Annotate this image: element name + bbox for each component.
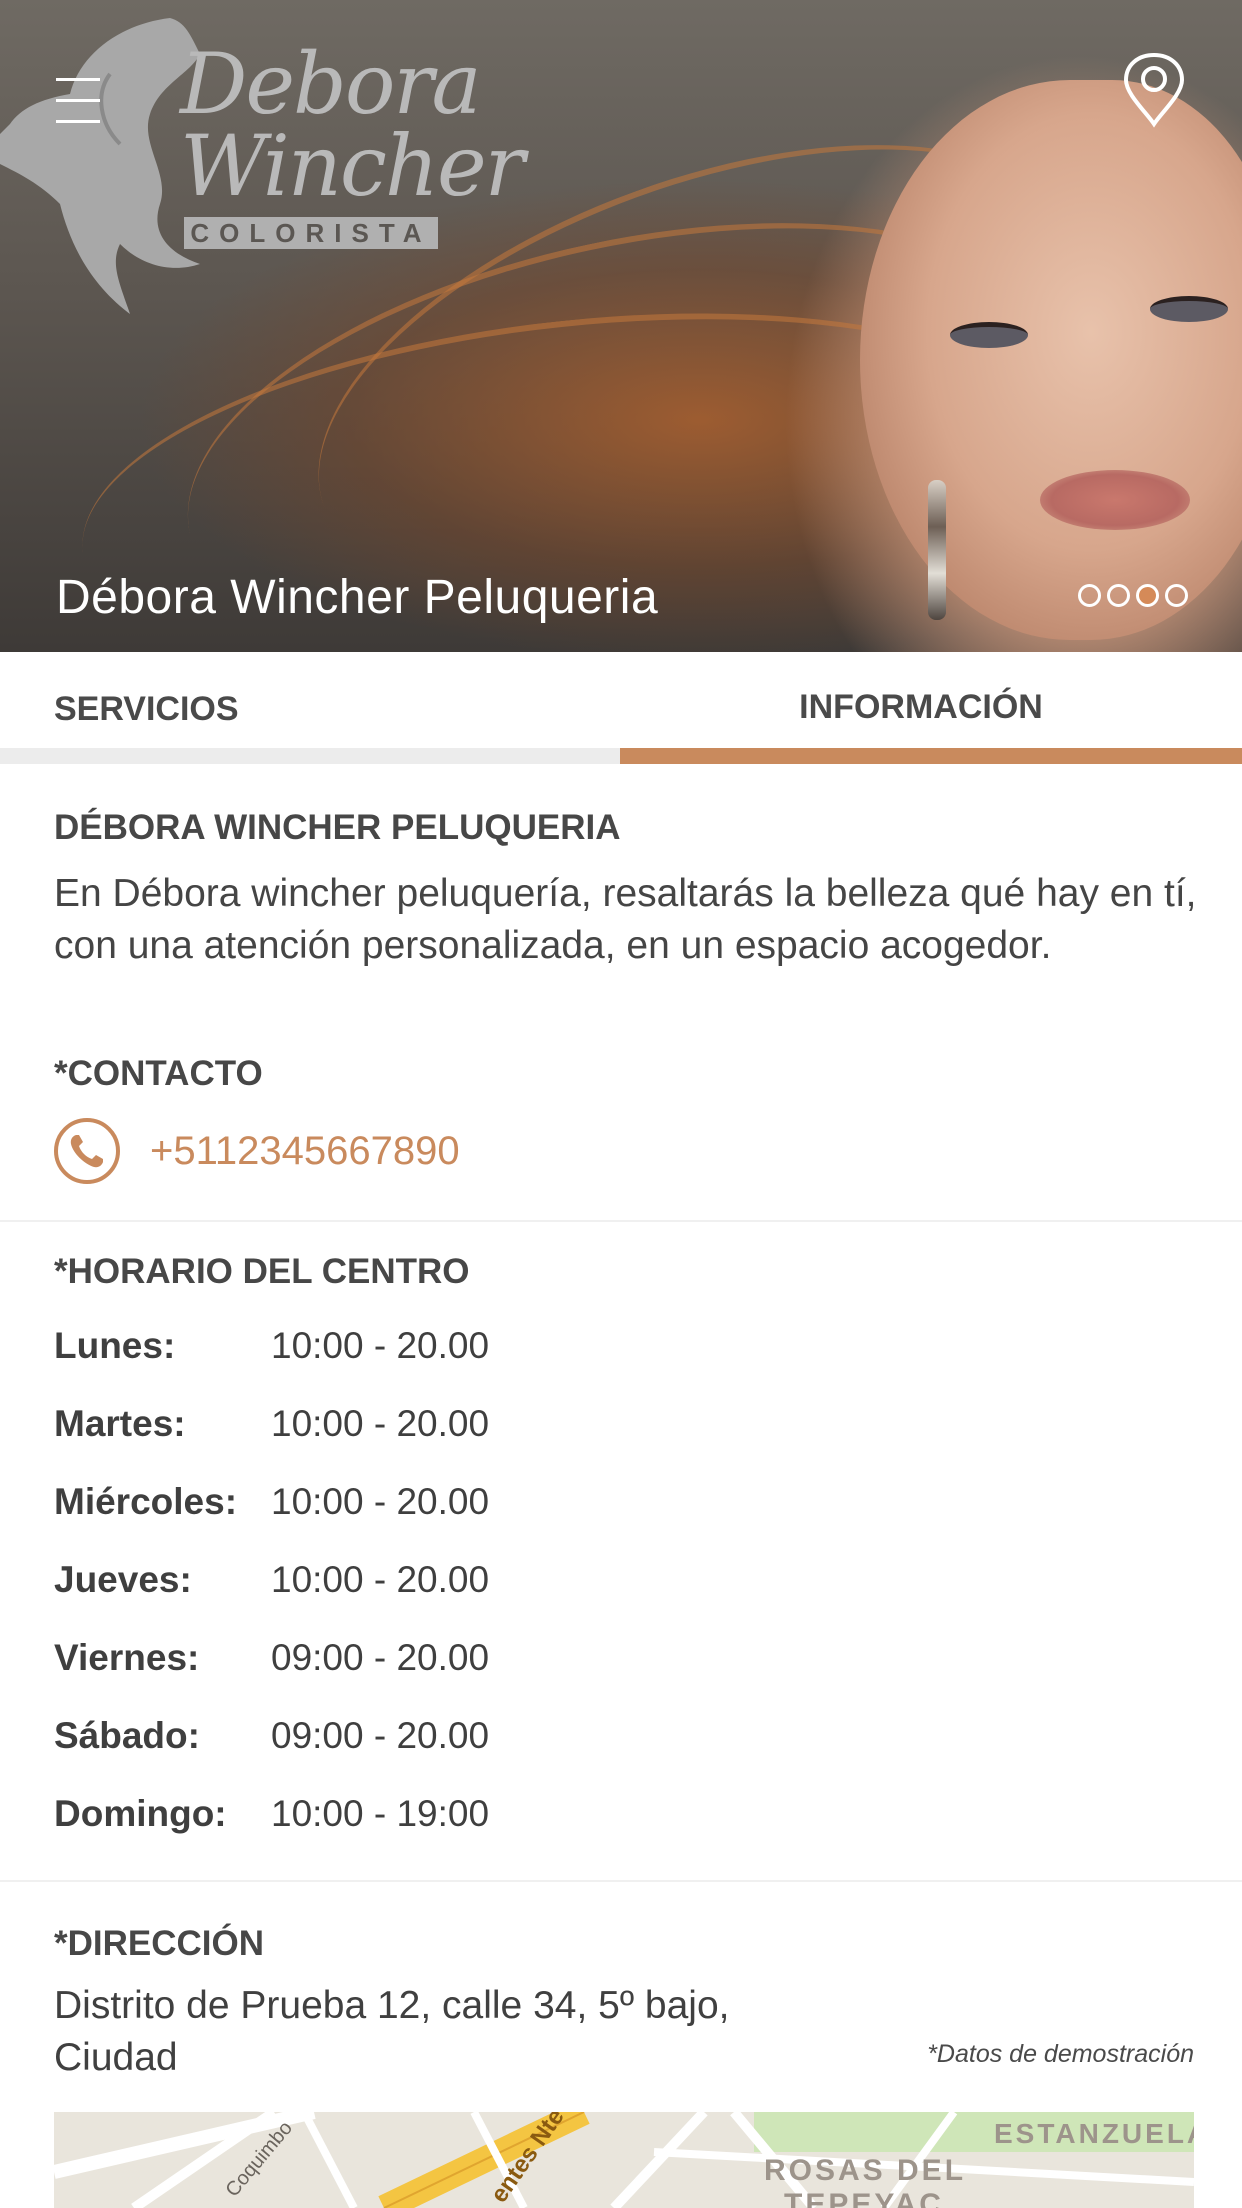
logo-line1: Debora [180, 35, 482, 133]
logo-subtitle: COLORISTA [184, 217, 438, 249]
schedule-hours: 10:00 - 20.00 [271, 1481, 490, 1522]
schedule-day: Lunes: [54, 1325, 176, 1366]
schedule-day: Sábado: [54, 1715, 200, 1756]
address-text: Distrito de Prueba 12, calle 34, 5º bajo… [54, 1984, 730, 2079]
schedule-hours: 09:00 - 20.00 [271, 1637, 490, 1678]
phone-number[interactable]: +5112345667890 [150, 1129, 460, 1174]
schedule-hours: 10:00 - 20.00 [271, 1403, 490, 1444]
address-title: *DIRECCIÓN [54, 1924, 265, 1963]
schedule-hours: 10:00 - 20.00 [271, 1559, 490, 1600]
schedule-day: Martes: [54, 1403, 186, 1444]
earring [928, 480, 946, 620]
carousel-dot[interactable] [1165, 584, 1188, 607]
map-label: ROSAS DEL [764, 2154, 967, 2187]
schedule-hours: 09:00 - 20.00 [271, 1715, 490, 1756]
hero-banner: Debora Wincher COLORISTA Débora Wincher … [0, 0, 1242, 652]
phone-link[interactable]: +5112345667890 [54, 1118, 460, 1184]
schedule-day: Domingo: [54, 1793, 227, 1834]
schedule-title: *HORARIO DEL CENTRO [54, 1252, 470, 1291]
carousel-dot[interactable] [1107, 584, 1130, 607]
eye-right [1150, 296, 1228, 322]
hamburger-menu-icon[interactable] [56, 78, 100, 128]
schedule-row: Domingo: 10:00 - 19:00 [54, 1793, 754, 1853]
section-divider [0, 1880, 1242, 1882]
contact-title: *CONTACTO [54, 1054, 263, 1093]
logo-line2: Wincher [180, 117, 525, 215]
schedule-hours: 10:00 - 20.00 [271, 1325, 490, 1366]
eye-left [950, 322, 1028, 348]
demo-data-note: *Datos de demostración [927, 2040, 1194, 2068]
lips [1040, 470, 1190, 530]
schedule-day: Viernes: [54, 1637, 200, 1678]
schedule-row: Sábado: 09:00 - 20.00 [54, 1715, 754, 1775]
tab-bar: SERVICIOS INFORMACIÓN [0, 652, 1242, 764]
about-title: DÉBORA WINCHER PELUQUERIA [54, 808, 621, 847]
carousel-dot[interactable] [1078, 584, 1101, 607]
business-title: Débora Wincher Peluqueria [56, 571, 659, 624]
brand-logo: Debora Wincher COLORISTA [0, 14, 525, 354]
schedule-row: Martes: 10:00 - 20.00 [54, 1403, 754, 1463]
tab-underline-active [620, 748, 1242, 764]
tab-underline-inactive [0, 748, 620, 764]
schedule-row: Miércoles: 10:00 - 20.00 [54, 1481, 754, 1541]
schedule-row: Viernes: 09:00 - 20.00 [54, 1637, 754, 1697]
carousel-dot-active[interactable] [1136, 584, 1159, 607]
map-label: TEPEYAC [784, 2188, 944, 2208]
schedule-row: Jueves: 10:00 - 20.00 [54, 1559, 754, 1619]
schedule-day: Jueves: [54, 1559, 192, 1600]
schedule-day: Miércoles: [54, 1481, 238, 1522]
schedule-row: Lunes: 10:00 - 20.00 [54, 1325, 754, 1385]
carousel-indicator [1078, 584, 1188, 610]
schedule-hours: 10:00 - 19:00 [271, 1793, 490, 1834]
phone-icon [54, 1118, 120, 1184]
location-map[interactable]: ESTANZUELA ROSAS DEL TEPEYAC Coquimbo en… [54, 2112, 1194, 2208]
about-description: En Débora wincher peluquería, resaltarás… [54, 872, 1197, 967]
location-pin-icon[interactable] [1122, 52, 1186, 128]
section-divider [0, 1220, 1242, 1222]
map-label: ESTANZUELA [994, 2118, 1194, 2149]
